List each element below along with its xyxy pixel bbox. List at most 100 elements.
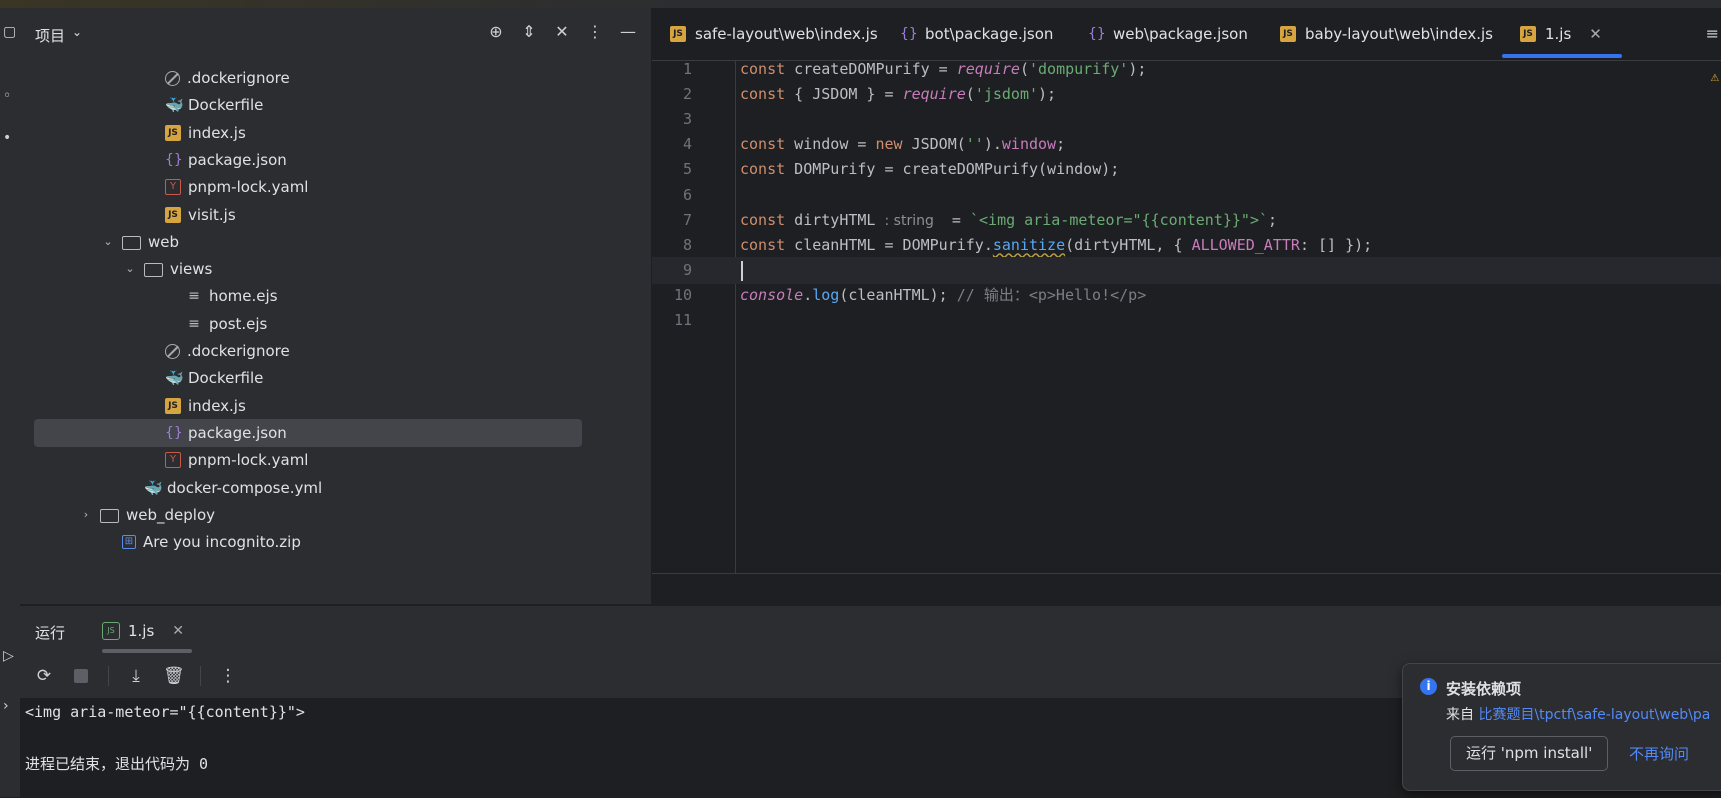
editor-tab[interactable]: JS baby-layout\web\index.js: [1280, 8, 1493, 60]
terminal-tool-icon[interactable]: ›: [3, 698, 9, 714]
ignore-file-icon: [165, 343, 180, 359]
chevron-right-icon[interactable]: ›: [78, 501, 94, 529]
tab-list-icon[interactable]: ≡: [1706, 24, 1719, 43]
tree-item-label: pnpm-lock.yaml: [188, 451, 309, 470]
rerun-icon[interactable]: ⟳: [34, 666, 54, 686]
text-file-icon: ≡: [188, 288, 200, 305]
clear-icon[interactable]: 🗑: [163, 666, 185, 686]
editor-tab[interactable]: JS safe-layout\web\index.js: [670, 8, 878, 60]
tree-item[interactable]: 🐳 docker-compose.yml: [144, 474, 322, 502]
code-line[interactable]: 9: [652, 256, 1721, 284]
code-line[interactable]: 5 const DOMPurify = createDOMPurify(windo…: [652, 156, 1721, 183]
yaml-file-icon: Y: [165, 452, 181, 469]
chevron-down-icon[interactable]: ⌄: [100, 228, 116, 256]
tree-item[interactable]: JS index.js: [165, 119, 246, 147]
editor-tab-label: safe-layout\web\index.js: [695, 25, 878, 43]
code-editor[interactable]: ⚠ 1 const createDOMPurify = require('domp…: [652, 60, 1721, 573]
tree-item[interactable]: ⌄ views: [122, 255, 212, 283]
code-text: const DOMPurify = createDOMPurify(window…: [740, 160, 1120, 179]
code-line[interactable]: 6: [652, 182, 1721, 209]
tree-item[interactable]: JS index.js: [165, 392, 246, 420]
line-number: 2: [682, 85, 692, 104]
code-text: const createDOMPurify = require('dompuri…: [740, 60, 1147, 78]
project-tree: .dockerignore 🐳 Dockerfile JS index.js{} pack…: [20, 60, 651, 604]
run-tab[interactable]: JS 1.js ✕: [102, 606, 193, 656]
tree-item[interactable]: › web_deploy: [78, 501, 215, 529]
code-text: console.log(cleanHTML); // 输出：<p>Hello!<…: [740, 285, 1147, 304]
tree-item-label: index.js: [188, 396, 246, 415]
json-file-icon: {}: [900, 26, 918, 42]
tool-icon[interactable]: •: [3, 130, 11, 146]
code-line[interactable]: 11: [652, 307, 1721, 334]
ignore-file-icon: [165, 70, 180, 86]
tree-item[interactable]: ⌄ web: [100, 228, 179, 256]
run-npm-install-button[interactable]: 运行 'npm install': [1450, 736, 1609, 771]
line-number: 7: [682, 210, 692, 229]
text-file-icon: ≡: [188, 315, 200, 332]
js-file-icon: JS: [165, 206, 181, 223]
editor-tab-label: baby-layout\web\index.js: [1305, 25, 1493, 43]
code-line[interactable]: 4 const window = new JSDOM('').window;: [652, 131, 1721, 158]
tool-icon[interactable]: ◦: [3, 88, 11, 104]
minimize-icon[interactable]: —: [619, 22, 637, 42]
project-panel-header: 项目 ⌄ ⊕ ⇕ ✕ ⋮ —: [20, 8, 651, 60]
tree-item[interactable]: {} package.json: [34, 418, 582, 447]
locate-icon[interactable]: ⊕: [487, 22, 505, 42]
scroll-to-end-icon[interactable]: ⤓: [126, 666, 146, 686]
stop-icon[interactable]: [74, 669, 88, 683]
close-icon[interactable]: ✕: [172, 623, 184, 639]
info-icon: i: [1420, 678, 1437, 695]
tree-item[interactable]: 🐳 Dockerfile: [165, 364, 263, 392]
tree-item[interactable]: .dockerignore: [165, 337, 290, 365]
tree-item[interactable]: Ypnpm-lock.yaml: [165, 173, 308, 201]
notification-title: 安装依赖项: [1446, 680, 1522, 698]
toolbar-divider: [108, 666, 109, 686]
chevron-down-icon[interactable]: ⌄: [72, 25, 82, 39]
close-icon[interactable]: ✕: [1589, 8, 1602, 60]
more-icon[interactable]: ⋮: [586, 22, 604, 42]
code-line[interactable]: 8 const cleanHTML = DOMPurify.sanitize(di…: [652, 232, 1721, 259]
collapse-all-icon[interactable]: ✕: [553, 22, 571, 42]
js-file-icon: JS: [165, 397, 181, 414]
code-line[interactable]: 2 const { JSDOM } = require('jsdom');: [652, 81, 1721, 108]
dont-ask-again-link[interactable]: 不再询问: [1629, 743, 1689, 764]
chevron-down-icon[interactable]: ⌄: [122, 255, 138, 283]
tree-item[interactable]: JS visit.js: [165, 201, 236, 229]
expand-all-icon[interactable]: ⇕: [520, 22, 538, 42]
project-panel: 项目 ⌄ ⊕ ⇕ ✕ ⋮ — .dockerignore 🐳 Dockerfile J…: [20, 8, 652, 604]
toolbar-divider: [200, 666, 201, 686]
code-line[interactable]: 7 const dirtyHTML : string = `<img aria-m…: [652, 207, 1721, 234]
tree-item[interactable]: {} package.json: [165, 146, 287, 174]
editor-tab[interactable]: {} bot\package.json: [900, 8, 1053, 60]
project-tool-icon[interactable]: ▢: [3, 24, 16, 40]
code-line[interactable]: 3: [652, 106, 1721, 133]
code-line[interactable]: 10 console.log(cleanHTML); // 输出：<p>Hello…: [652, 282, 1721, 309]
line-number: 9: [682, 260, 692, 279]
tree-item[interactable]: 🐳 Dockerfile: [165, 91, 263, 119]
tree-item[interactable]: ≡ home.ejs: [186, 282, 277, 310]
js-file-icon: JS: [670, 26, 686, 42]
tree-item-label: Are you incognito.zip: [143, 533, 301, 552]
code-line[interactable]: 1 const createDOMPurify = require('dompur…: [652, 56, 1721, 83]
tree-item-label: web_deploy: [126, 505, 216, 524]
notification-path-link[interactable]: 比赛题目\tpctf\safe-layout\web\pa: [1478, 707, 1710, 723]
js-file-icon: JS: [1280, 26, 1296, 42]
more-icon[interactable]: ⋮: [218, 666, 238, 686]
js-file-icon: JS: [1520, 26, 1536, 42]
tree-item-label: index.js: [188, 123, 246, 142]
tree-item[interactable]: ⊞ Are you incognito.zip: [122, 528, 301, 556]
line-number: 3: [682, 110, 692, 129]
run-tool-icon[interactable]: ▷: [3, 648, 14, 664]
tree-item[interactable]: Ypnpm-lock.yaml: [165, 446, 308, 474]
line-number: 6: [682, 185, 692, 204]
text-caret: [741, 260, 743, 281]
editor-tab[interactable]: {} web\package.json: [1088, 8, 1248, 60]
editor-tab-label: 1.js: [1545, 25, 1572, 43]
tree-item-label: package.json: [188, 423, 287, 442]
editor-tab-label: bot\package.json: [925, 25, 1054, 43]
tree-item[interactable]: .dockerignore: [165, 64, 290, 92]
editor-tab[interactable]: JS 1.js ✕: [1502, 8, 1622, 60]
tree-item[interactable]: ≡ post.ejs: [186, 310, 267, 338]
window-top-strip: [0, 0, 1721, 8]
project-panel-title[interactable]: 项目: [35, 25, 65, 46]
